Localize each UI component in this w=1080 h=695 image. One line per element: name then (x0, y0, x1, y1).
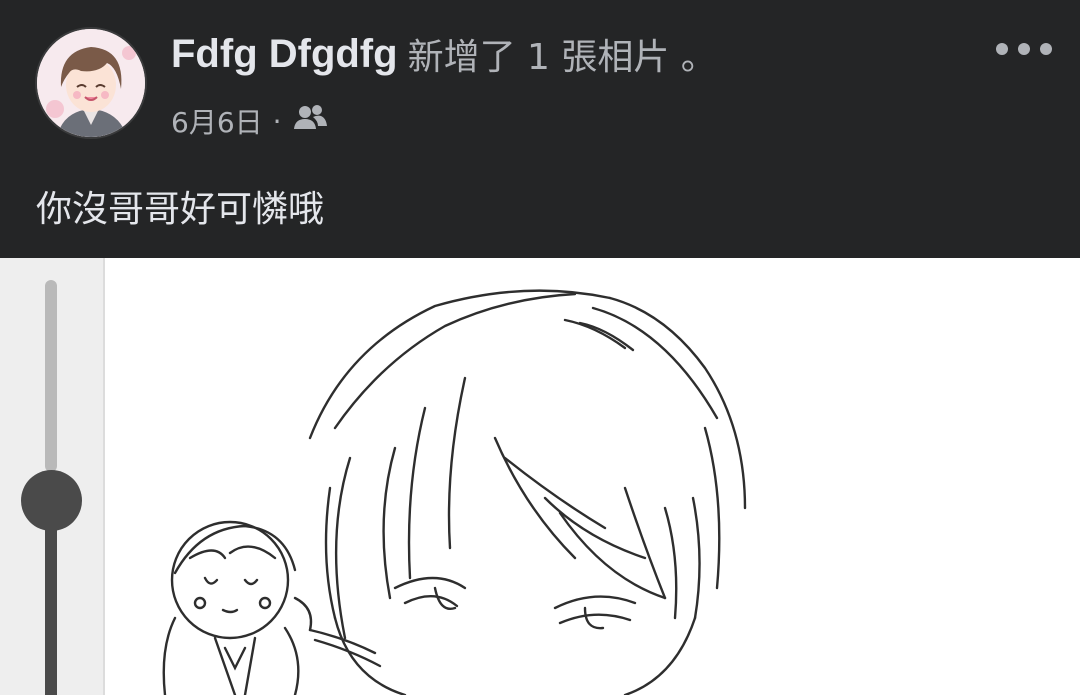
friends-icon[interactable] (292, 103, 328, 140)
post-action-text: 新增了 1 張相片 。 (407, 37, 717, 78)
more-options-icon[interactable] (996, 34, 1052, 64)
avatar-illustration (37, 29, 145, 137)
brush-size-toolbar (0, 258, 105, 695)
profile-avatar[interactable] (35, 27, 147, 139)
brush-size-track[interactable] (45, 280, 57, 472)
author-name[interactable]: Fdfg Dfgdfg (171, 32, 398, 77)
sketch-drawing (162, 289, 747, 695)
post-photo[interactable] (0, 258, 1080, 695)
post-caption: 你沒哥哥好可憐哦 (36, 189, 325, 230)
more-dot (996, 43, 1008, 55)
post-title-line: Fdfg Dfgdfg 新增了 1 張相片 。 (171, 28, 717, 80)
brush-size-slider-thumb[interactable] (21, 470, 82, 531)
meta-separator: · (272, 104, 282, 138)
more-dot (1040, 43, 1052, 55)
post-meta: 6月6日 · (171, 100, 328, 142)
more-dot (1018, 43, 1030, 55)
post-header: Fdfg Dfgdfg 新增了 1 張相片 。 6月6日 · 你沒哥哥好可憐哦 (0, 0, 1080, 258)
post-date[interactable]: 6月6日 (171, 101, 263, 141)
